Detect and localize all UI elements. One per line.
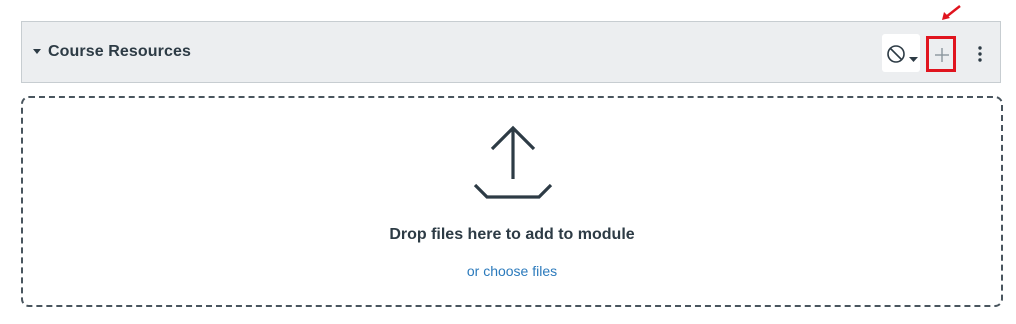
module-header[interactable]: Course Resources [21, 21, 1001, 83]
upload-icon [473, 125, 553, 199]
drop-files-message: Drop files here to add to module [389, 226, 635, 243]
collapse-caret-icon[interactable] [32, 46, 42, 58]
module-options-button[interactable] [972, 42, 988, 66]
kebab-menu-icon [978, 46, 982, 62]
publish-toggle-button[interactable] [882, 34, 920, 72]
ban-icon [886, 44, 906, 69]
add-item-button[interactable] [926, 36, 956, 72]
modules-page: Course Resources Drop files here to add … [0, 0, 1016, 324]
annotation-arrow-icon [942, 5, 961, 20]
choose-files-link[interactable]: or choose files [23, 263, 1001, 279]
chevron-down-icon [909, 50, 918, 68]
plus-icon [935, 48, 949, 62]
file-drop-zone[interactable]: Drop files here to add to module or choo… [21, 96, 1003, 307]
module-title: Course Resources [48, 43, 191, 60]
